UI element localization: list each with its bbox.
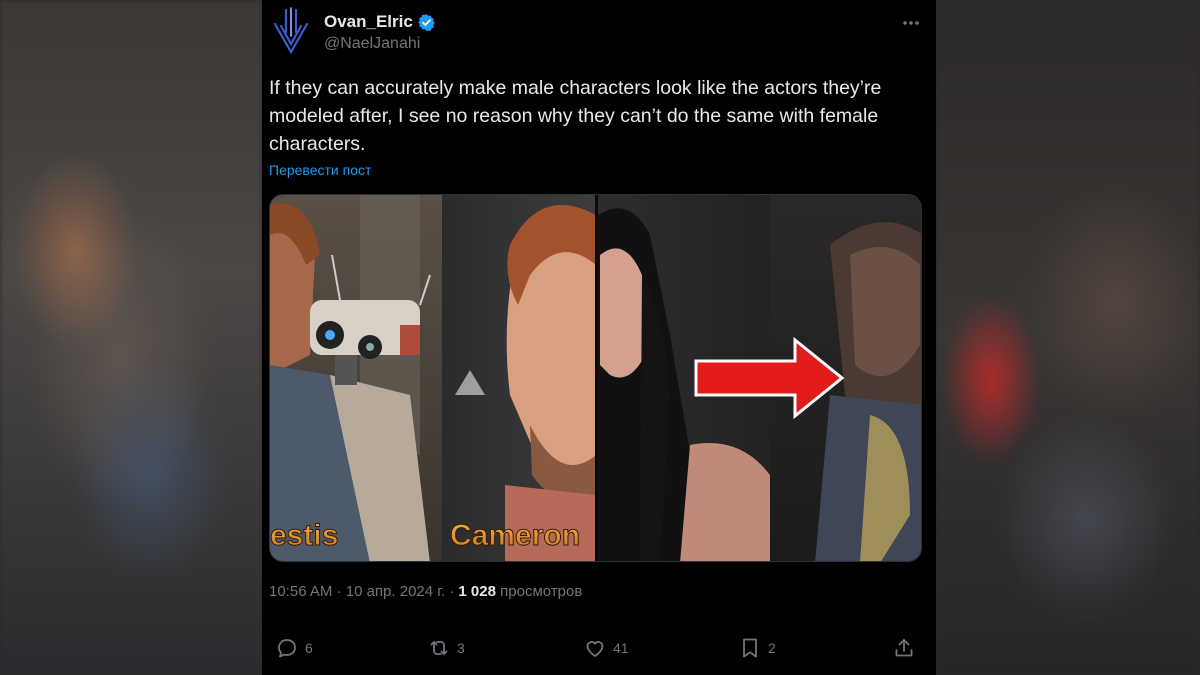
author-handle[interactable]: @NaelJanahi	[324, 35, 436, 53]
author-name[interactable]: Ovan_Elric	[324, 12, 413, 32]
views-label: просмотров	[500, 583, 583, 600]
tweet-media[interactable]: estis Cameron	[269, 194, 922, 562]
reply-icon	[278, 639, 296, 658]
tweet-text: If they can accurately make male charact…	[269, 77, 882, 155]
comparison-image: estis Cameron	[270, 195, 921, 561]
repost-button[interactable]: 3	[427, 636, 465, 660]
meta-separator: ·	[336, 583, 342, 600]
blurred-background-right	[936, 0, 1200, 675]
tweet-meta: 10:56 AM · 10 апр. 2024 г. · 1 028 просм…	[269, 583, 582, 600]
translate-link[interactable]: Перевести пост	[269, 162, 371, 178]
bookmark-count: 2	[768, 640, 776, 656]
caption-left: estis	[270, 519, 338, 552]
caption-mid: Cameron	[450, 519, 580, 552]
more-options-icon[interactable]	[900, 14, 922, 32]
verified-badge-icon	[418, 13, 435, 31]
repost-count: 3	[457, 640, 465, 656]
tweet-time[interactable]: 10:56 AM	[269, 583, 332, 600]
bookmark-button[interactable]: 2	[738, 636, 776, 660]
action-bar: 6 3 41 2	[262, 636, 936, 666]
tweet-date[interactable]: 10 апр. 2024 г.	[346, 583, 445, 600]
like-button[interactable]: 41	[583, 636, 629, 660]
reply-button[interactable]: 6	[275, 636, 313, 660]
author-block: Ovan_Elric @NaelJanahi	[324, 12, 436, 53]
like-count: 41	[613, 640, 629, 656]
repost-icon	[430, 641, 448, 655]
heart-icon	[586, 641, 604, 657]
bookmark-icon	[743, 638, 757, 658]
avatar[interactable]	[269, 6, 313, 56]
share-icon	[895, 639, 913, 657]
blurred-background-left	[0, 0, 262, 675]
share-button[interactable]	[892, 636, 916, 660]
views-count: 1 028	[458, 583, 496, 600]
meta-separator-2: ·	[449, 583, 455, 600]
reply-count: 6	[305, 640, 313, 656]
